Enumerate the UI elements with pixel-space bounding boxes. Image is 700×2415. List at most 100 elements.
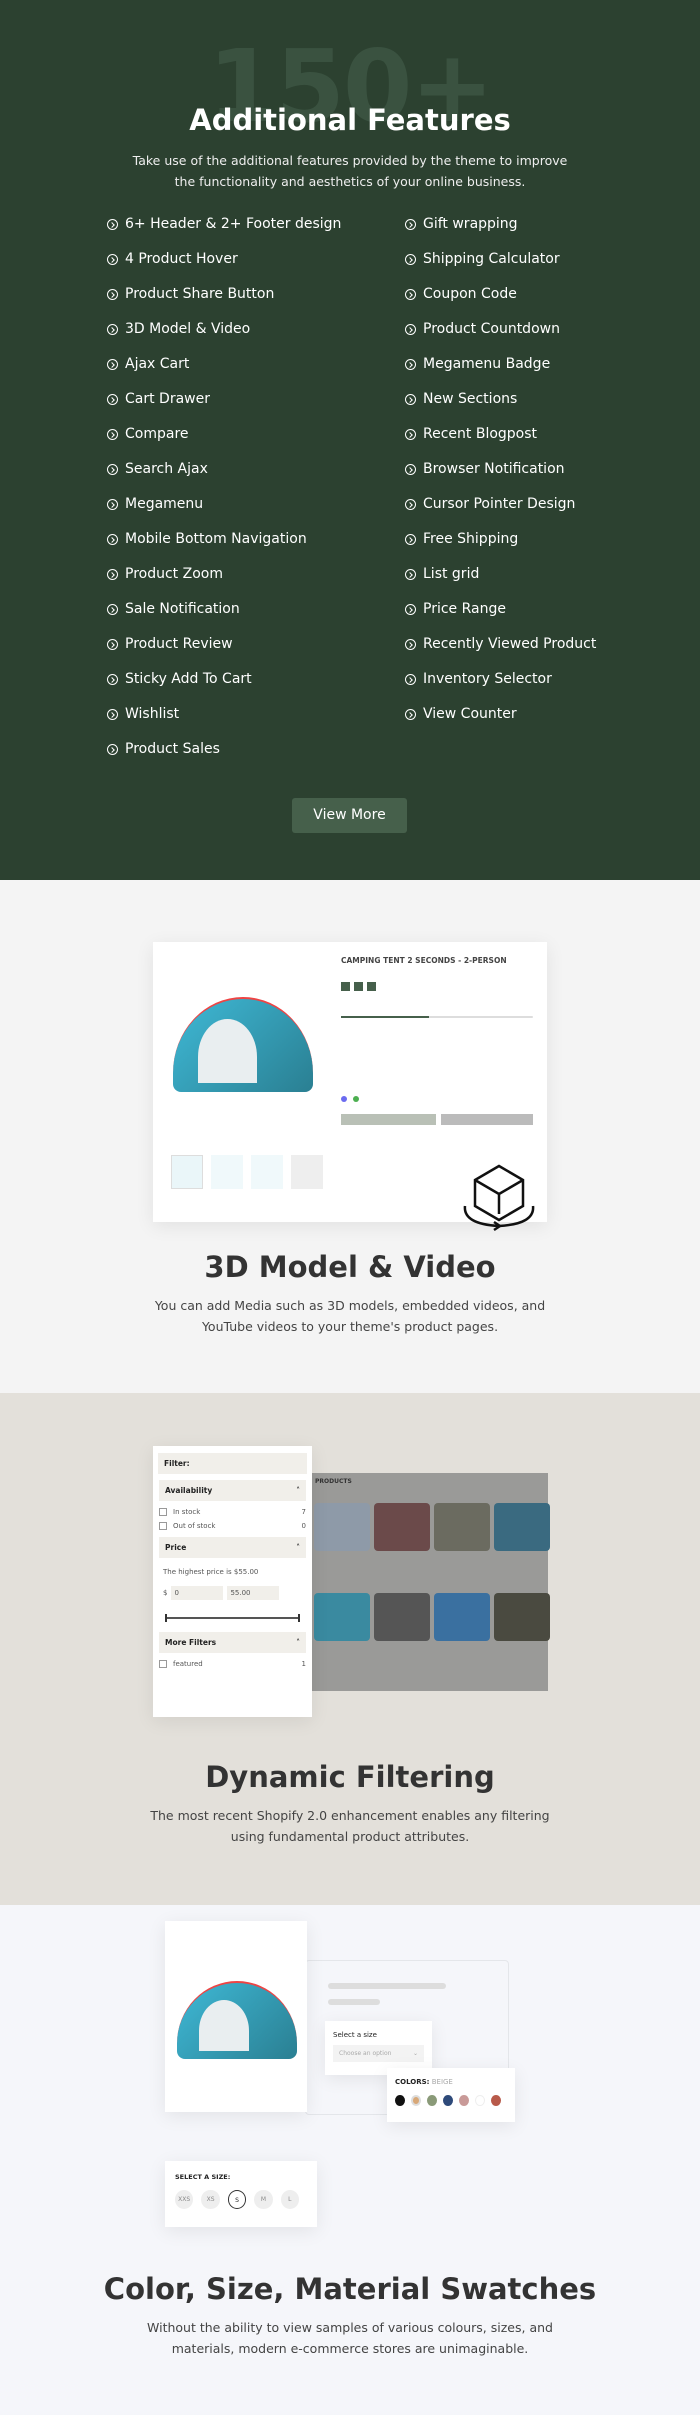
filter-out-of-stock[interactable]: Out of stock 0 — [153, 1519, 312, 1533]
product-card[interactable] — [374, 1503, 430, 1551]
feature-item: Product Zoom — [107, 566, 223, 582]
color-swatches — [395, 2095, 507, 2106]
circle-arrow-right-icon — [405, 708, 416, 720]
circle-arrow-right-icon — [107, 638, 118, 650]
feature-item: Product Review — [107, 636, 233, 652]
checkbox[interactable] — [159, 1508, 167, 1516]
color-swatch[interactable] — [427, 2095, 438, 2106]
size-swatch[interactable]: XS — [201, 2190, 220, 2209]
product-card[interactable] — [434, 1503, 490, 1551]
section-subtitle: You can add Media such as 3D models, emb… — [154, 1298, 546, 1334]
section-subtitle: The most recent Shopify 2.0 enhancement … — [150, 1808, 550, 1844]
product-card[interactable] — [434, 1593, 490, 1641]
circle-arrow-right-icon — [107, 288, 118, 300]
feature-item: Mobile Bottom Navigation — [107, 531, 307, 547]
filter-featured[interactable]: featured 1 — [153, 1657, 312, 1671]
circle-arrow-right-icon — [107, 253, 118, 265]
circle-arrow-right-icon — [107, 323, 118, 335]
section-subtitle: Take use of the additional features prov… — [132, 153, 568, 189]
color-swatch[interactable] — [410, 2095, 422, 2106]
product-image-card — [165, 1921, 307, 2112]
circle-arrow-right-icon — [107, 428, 118, 440]
availability-toggle[interactable]: Availability ˄ — [159, 1480, 306, 1501]
product-card[interactable] — [314, 1593, 370, 1641]
color-swatch[interactable] — [459, 2095, 469, 2106]
feature-item: Sale Notification — [107, 601, 240, 617]
feature-item: Cart Drawer — [107, 391, 210, 407]
thumbnail[interactable] — [171, 1155, 203, 1189]
color-swatch[interactable] — [443, 2095, 454, 2106]
color-swatch[interactable] — [395, 2095, 405, 2106]
share-icon[interactable] — [341, 982, 350, 991]
3d-model-section: CAMPING TENT 2 SECONDS - 2-PERSON 3D Mod… — [0, 880, 700, 1393]
price-max-input[interactable]: 55.00 — [227, 1586, 280, 1600]
selected-color: BEIGE — [431, 2078, 453, 2086]
color-options — [341, 1087, 365, 1106]
product-page-preview: CAMPING TENT 2 SECONDS - 2-PERSON — [153, 942, 547, 1232]
section-subtitle: Without the ability to view samples of v… — [147, 2320, 553, 2356]
more-filters-toggle[interactable]: More Filters ˄ — [159, 1632, 306, 1653]
product-card[interactable] — [374, 1593, 430, 1641]
stock-progress-fill — [341, 1016, 429, 1018]
price-min-input[interactable]: 0 — [171, 1586, 224, 1600]
feature-item: View Counter — [405, 706, 517, 722]
thumbnail[interactable] — [251, 1155, 283, 1189]
feature-item: Gift wrapping — [405, 216, 518, 232]
size-swatch[interactable]: XXS — [175, 2190, 194, 2209]
thumbnail[interactable] — [211, 1155, 243, 1189]
feature-item: Recent Blogpost — [405, 426, 537, 442]
color-swatch[interactable] — [353, 1096, 359, 1102]
tent-image — [177, 1981, 297, 2059]
price-toggle[interactable]: Price ˄ — [159, 1537, 306, 1558]
size-swatches: XXS XS S M L — [175, 2190, 307, 2209]
color-swatch[interactable] — [475, 2095, 486, 2106]
price-range-slider[interactable] — [165, 1614, 300, 1622]
view-more-button[interactable]: View More — [292, 798, 407, 833]
chevron-down-icon: ⌄ — [412, 2050, 418, 2057]
buy-now-button[interactable] — [441, 1114, 533, 1125]
feature-item: Free Shipping — [405, 531, 518, 547]
size-swatch[interactable]: S — [227, 2190, 247, 2209]
thumbnail[interactable] — [291, 1155, 323, 1189]
share-icon[interactable] — [354, 982, 363, 991]
colors-label: COLORS: — [395, 2078, 430, 2086]
product-card[interactable] — [494, 1593, 550, 1641]
circle-arrow-right-icon — [405, 673, 416, 685]
size-swatch[interactable]: M — [254, 2190, 273, 2209]
chevron-up-icon: ˄ — [296, 1486, 300, 1495]
feature-item: New Sections — [405, 391, 517, 407]
feature-item: Coupon Code — [405, 286, 517, 302]
share-icons — [341, 982, 376, 991]
circle-arrow-right-icon — [107, 463, 118, 475]
filter-in-stock[interactable]: In stock 7 — [153, 1505, 312, 1519]
feature-item: Product Share Button — [107, 286, 274, 302]
checkbox[interactable] — [159, 1660, 167, 1668]
size-select-label: Select a size — [333, 2031, 377, 2039]
feature-item: Recently Viewed Product — [405, 636, 596, 652]
feature-item: 3D Model & Video — [107, 321, 250, 337]
3d-cube-rotate-icon — [463, 1164, 535, 1232]
product-grid-preview: PRODUCTS — [310, 1473, 550, 1691]
circle-arrow-right-icon — [405, 323, 416, 335]
add-to-cart-button[interactable] — [341, 1114, 436, 1125]
checkbox[interactable] — [159, 1522, 167, 1530]
price-inputs: $ 0 55.00 — [153, 1582, 312, 1604]
color-swatch[interactable] — [341, 1096, 347, 1102]
feature-item: 4 Product Hover — [107, 251, 238, 267]
feature-item: Search Ajax — [107, 461, 208, 477]
section-title: Dynamic Filtering — [205, 1760, 495, 1794]
dynamic-filtering-section: PRODUCTS Filter: Availability ˄ In stock 7… — [0, 1393, 700, 1905]
product-card[interactable] — [314, 1503, 370, 1551]
circle-arrow-right-icon — [107, 603, 118, 615]
product-card[interactable] — [494, 1503, 550, 1551]
currency-symbol: $ — [163, 1589, 168, 1597]
highest-price-text: The highest price is $55.00 — [163, 1568, 259, 1576]
circle-arrow-right-icon — [405, 288, 416, 300]
color-swatch[interactable] — [491, 2095, 502, 2106]
share-icon[interactable] — [367, 982, 376, 991]
size-swatch[interactable]: L — [280, 2190, 300, 2209]
circle-arrow-right-icon — [405, 253, 416, 265]
circle-arrow-right-icon — [107, 673, 118, 685]
feature-item: Megamenu Badge — [405, 356, 550, 372]
size-select-dropdown[interactable]: Choose an option ⌄ — [333, 2045, 424, 2062]
